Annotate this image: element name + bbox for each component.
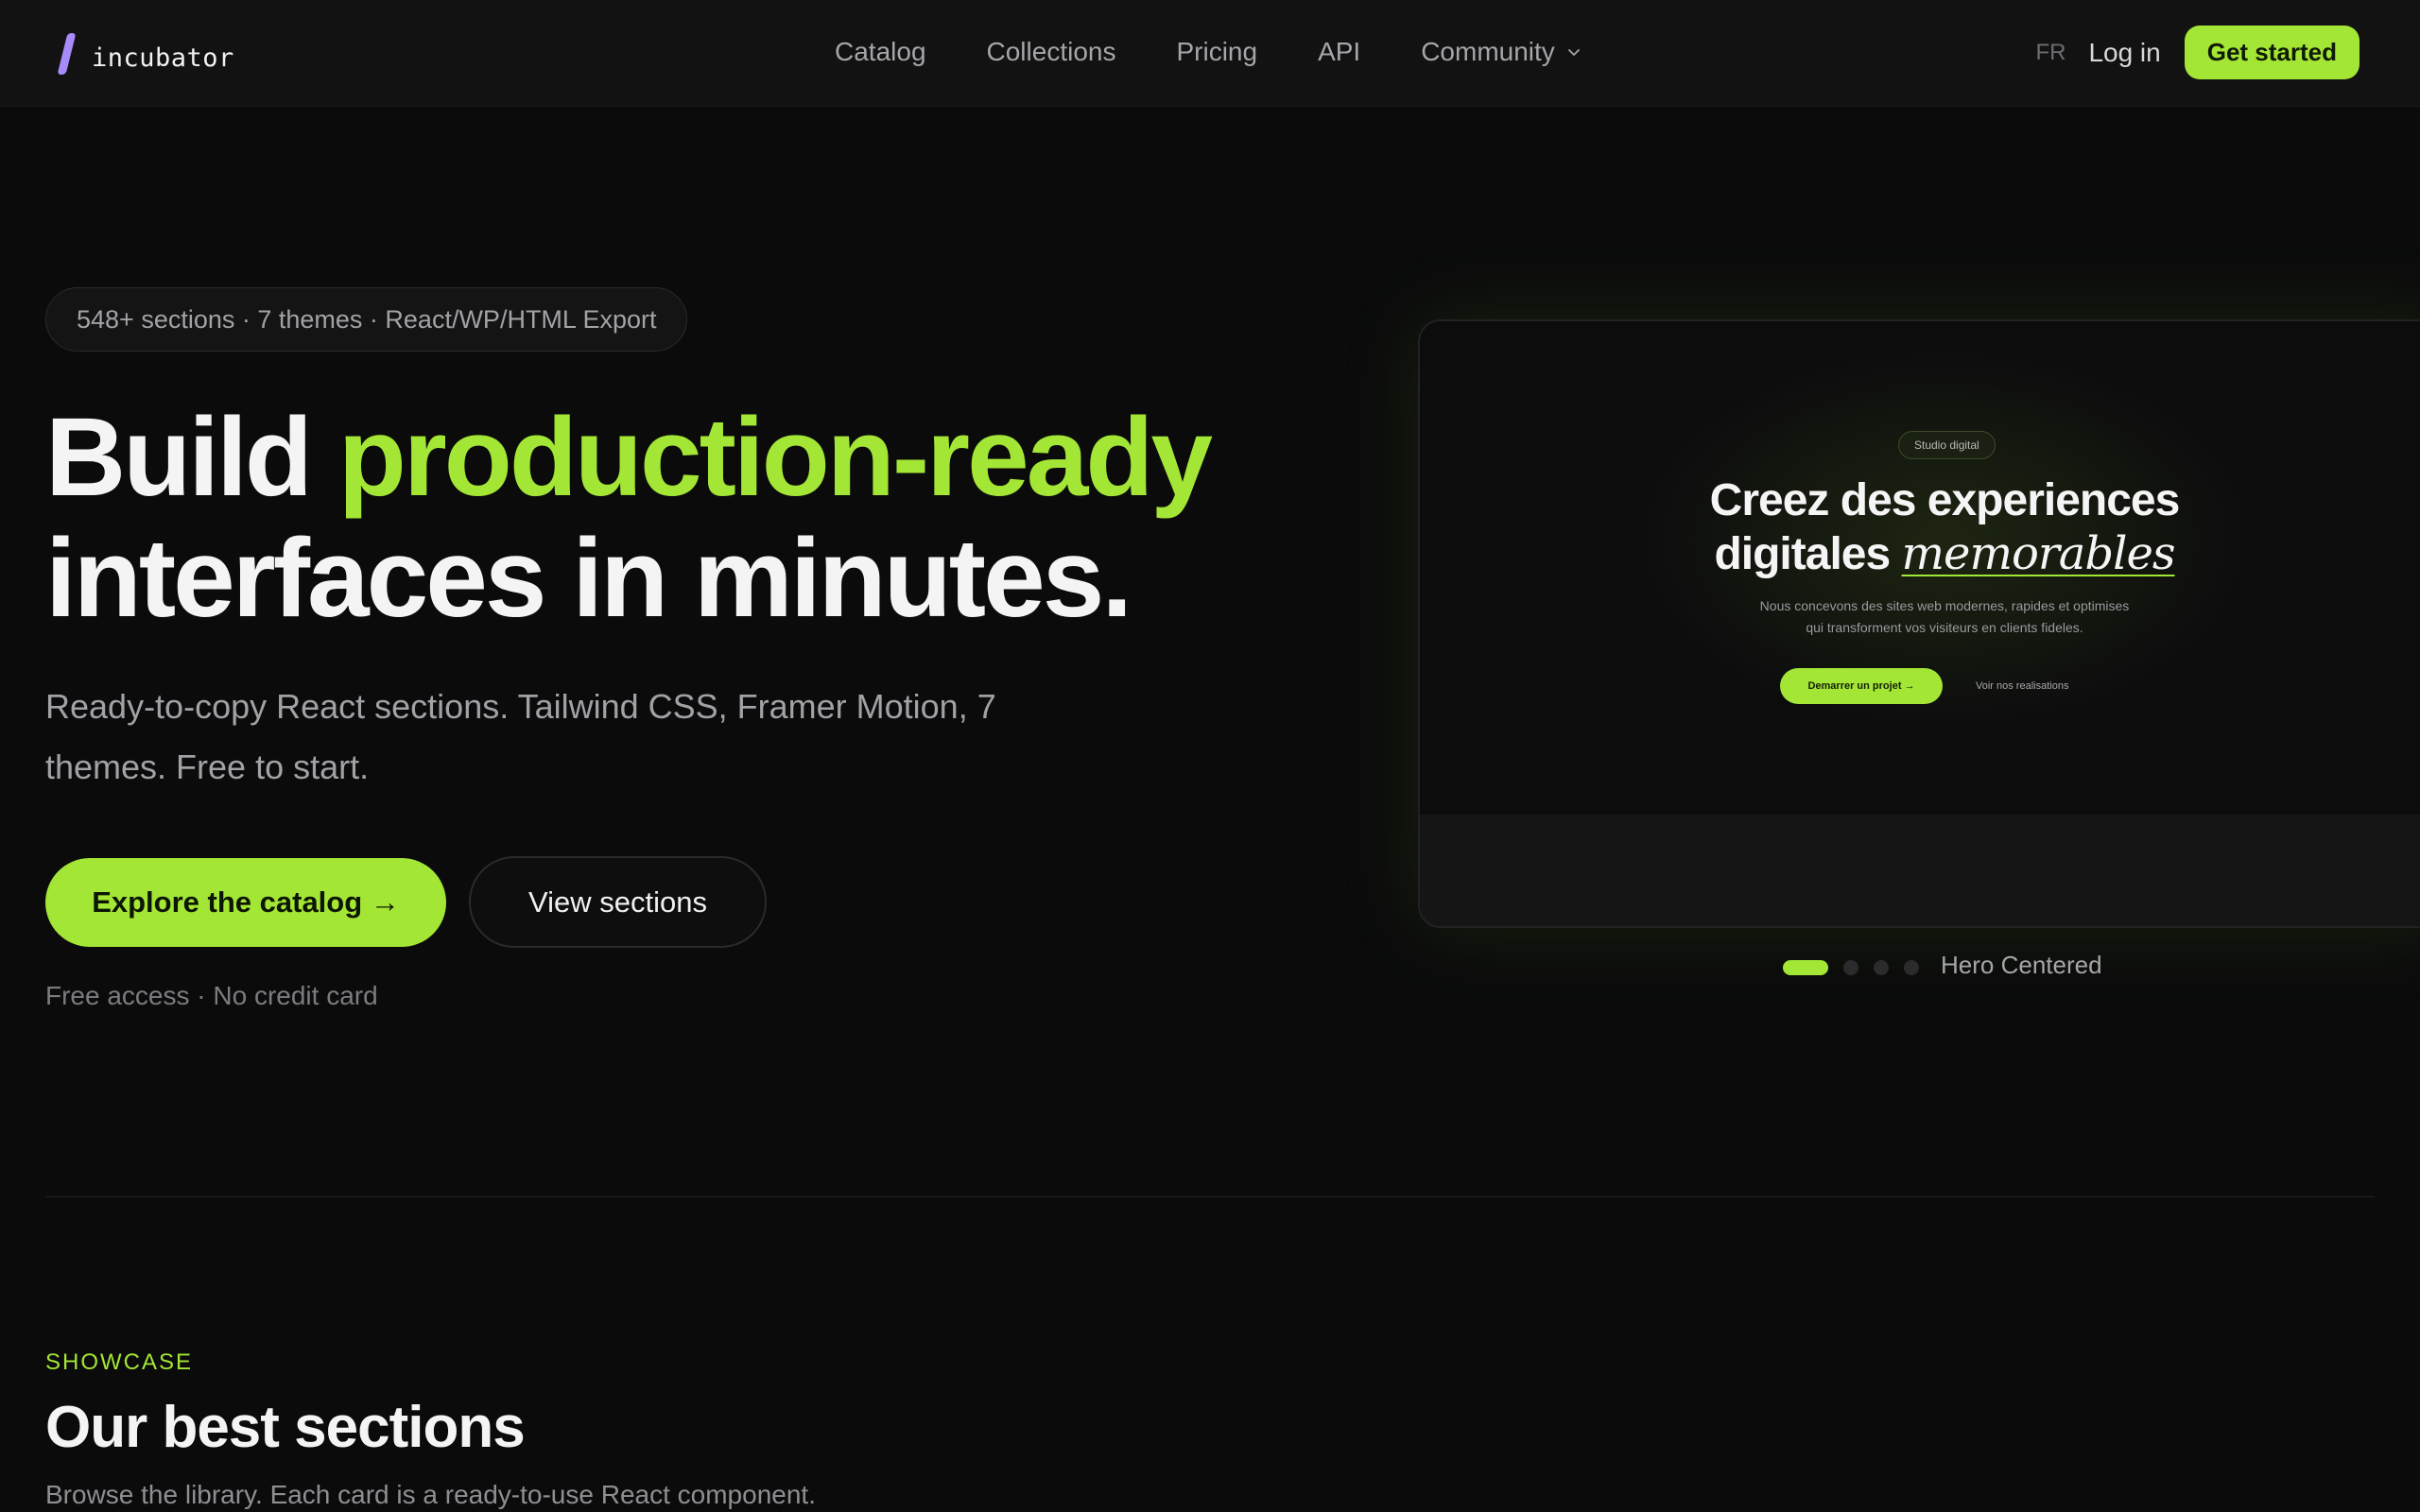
carousel-dot-3[interactable] [1874,960,1889,975]
hero-title-part2: interfaces in minutes. [45,516,1132,641]
nav-links: Catalog Collections Pricing API Communit… [835,31,1582,73]
nav-link-pricing[interactable]: Pricing [1176,37,1257,67]
carousel-dots [1783,960,1934,975]
section-divider [45,1196,2375,1197]
free-access-note: Free access · No credit card [45,981,378,1010]
preview-title-line2: digitales [1714,529,1891,579]
preview-badge: Studio digital [1898,431,1996,459]
nav-link-collections[interactable]: Collections [987,37,1116,67]
preview-title-line1: Creez des experiences [1709,475,2181,525]
carousel-label: Hero Centered [1941,951,2102,979]
section-preview[interactable]: Studio digital Creez des experiences dig… [1418,319,2420,928]
showcase-eyebrow: SHOWCASE [45,1349,194,1375]
preview-stage: Studio digital Creez des experiences dig… [1420,321,2420,815]
top-nav: incubator Catalog Collections Pricing AP… [0,0,2420,107]
carousel-dot-1[interactable] [1783,960,1828,975]
explore-catalog-button[interactable]: Explore the catalog → [45,858,446,947]
logo-text: incubator [92,43,234,73]
nav-link-community-label: Community [1421,37,1555,66]
preview-start-project-button: Demarrer un projet → [1780,668,1943,704]
preview-description: Nous concevons des sites web modernes, r… [1420,595,2420,639]
login-link[interactable]: Log in [2088,38,2160,68]
carousel-dot-4[interactable] [1904,960,1919,975]
language-switch[interactable]: FR [2035,40,2066,66]
nav-link-api[interactable]: API [1318,37,1360,67]
logo-slash-icon [57,33,77,75]
hero-title-part1: Build [45,395,313,520]
preview-bottom-panel [1420,815,2420,926]
chevron-down-icon [1567,49,1580,56]
stats-pill: 548+ sections · 7 themes · React/WP/HTML… [45,287,688,352]
nav-actions: FR Log in Get started [2035,26,2360,79]
preview-see-work-link: Voir nos realisations [1976,680,2069,692]
hero-title: Build production-ready interfaces in min… [45,397,1274,639]
view-sections-button[interactable]: View sections [469,856,767,948]
showcase-title: Our best sections [45,1395,526,1460]
get-started-button[interactable]: Get started [2184,26,2360,79]
nav-link-community[interactable]: Community [1421,37,1582,67]
preview-desc-line1: Nous concevons des sites web modernes, r… [1759,598,2130,613]
showcase-subtitle: Browse the library. Each card is a ready… [45,1480,816,1509]
preview-title-italic: memorables [1901,527,2176,580]
hero-title-accent: production-ready [337,395,1213,520]
nav-link-catalog[interactable]: Catalog [835,37,926,67]
preview-title: Creez des experiences digitales memorabl… [1420,474,2420,581]
carousel-dot-2[interactable] [1843,960,1858,975]
preview-desc-line2: qui transforment vos visiteurs en client… [1806,620,2083,635]
logo[interactable]: incubator [57,32,234,76]
hero-subtitle: Ready-to-copy React sections. Tailwind C… [45,687,996,786]
